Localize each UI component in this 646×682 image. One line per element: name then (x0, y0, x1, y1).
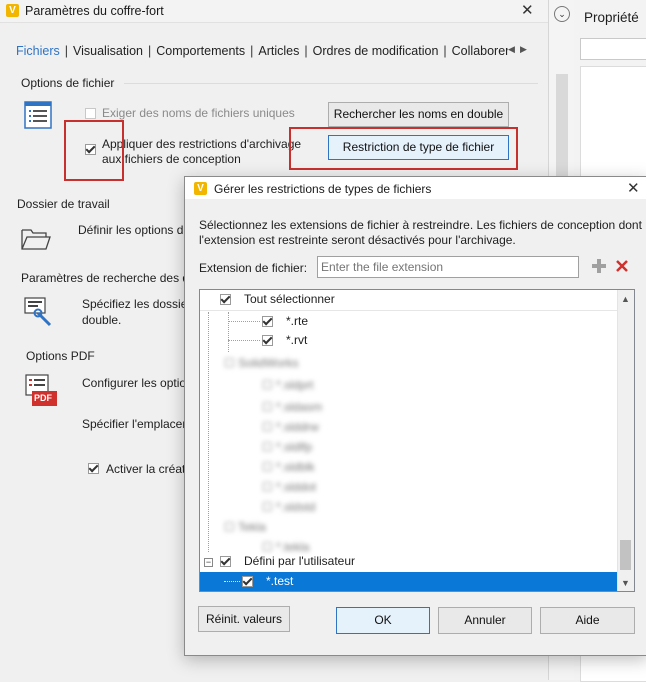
tab-collaborate[interactable]: Collaborer (452, 44, 510, 58)
tab-scroll-arrows[interactable]: ◀ ▶ (508, 44, 534, 58)
tree-guide (228, 321, 260, 322)
properties-title: Propriété (584, 10, 639, 25)
collapse-icon[interactable]: − (204, 558, 213, 567)
vault-tabs: Fichiers | Visualisation | Comportements | Art… (16, 44, 510, 58)
highlight-checkbox-box (64, 120, 124, 181)
pdf-configure-text: Configurer les optio (82, 376, 187, 390)
pdf-options-header: Options PDF (26, 349, 95, 363)
chevron-left-icon[interactable]: ◀ (508, 44, 515, 54)
tree-scrollbar[interactable]: ▲ ▼ (617, 290, 634, 591)
reset-button[interactable]: Réinit. valeurs (198, 606, 290, 632)
list-item: ☐ *.sldstd (262, 500, 316, 514)
restrict-checkin-label-line1: Appliquer des restrictions d'archivage (102, 137, 302, 151)
add-icon[interactable] (591, 258, 607, 274)
file-options-header: Options de fichier (21, 76, 115, 90)
working-folder-text: Définir les options d (78, 223, 184, 237)
dialog-titlebar: V Gérer les restrictions de types de fic… (185, 177, 646, 199)
dialog-app-icon: V (194, 182, 207, 195)
list-item: ☐ Tekla (224, 520, 266, 534)
vault-window-title: Paramètres du coffre-fort (25, 4, 164, 18)
divider (124, 83, 538, 84)
dialog-description-line2: l'extension est restreinte seront désact… (199, 233, 516, 247)
tab-items[interactable]: Articles (258, 44, 299, 58)
pdf-icon-label: PDF (34, 393, 52, 403)
search-settings-text-line1: Spécifiez les dossier (82, 297, 192, 311)
selected-tree-row[interactable] (200, 572, 619, 591)
pdf-specify-text: Spécifier l'emplacer (82, 417, 187, 431)
list-item: ☐ *.sldprt (262, 378, 314, 392)
pdf-activate-text: Activer la créat (106, 462, 186, 476)
list-item: ☐ *.sldasm (262, 400, 323, 414)
dialog-description-line1: Sélectionnez les extensions de fichier à… (199, 218, 642, 232)
extension-input[interactable] (317, 256, 579, 278)
ok-button[interactable]: OK (336, 607, 430, 634)
folder-icon (20, 226, 52, 252)
select-all-checkbox[interactable] (220, 294, 231, 305)
working-folder-header: Dossier de travail (17, 197, 110, 211)
dialog-close-icon[interactable]: ✕ (627, 179, 640, 197)
list-item: ☐ *.slddrw (262, 420, 319, 434)
user-defined-checkbox[interactable] (220, 556, 231, 567)
scroll-down-icon[interactable]: ▼ (621, 578, 630, 588)
cancel-button[interactable]: Annuler (438, 607, 532, 634)
ext-rte-label: *.rte (286, 314, 309, 328)
help-button[interactable]: Aide (540, 607, 635, 634)
vault-app-icon: V (6, 4, 19, 17)
list-item: ☐ SolidWorks (224, 356, 299, 370)
ext-rvt-checkbox[interactable] (262, 335, 273, 346)
unique-names-checkbox[interactable] (85, 108, 96, 119)
tree-guide (224, 581, 240, 582)
pdf-activate-checkbox[interactable] (88, 463, 99, 474)
tree-guide (208, 312, 209, 552)
tab-behaviors[interactable]: Comportements (156, 44, 245, 58)
vault-titlebar: V Paramètres du coffre-fort ✕ (0, 0, 548, 23)
chevron-right-icon[interactable]: ▶ (520, 44, 527, 54)
ext-rte-checkbox[interactable] (262, 316, 273, 327)
highlight-button-box (289, 127, 518, 170)
pdf-icon: PDF (24, 374, 58, 408)
extension-label: Extension de fichier: (199, 261, 308, 275)
ext-test-checkbox[interactable] (242, 576, 253, 587)
tree-guide (228, 340, 260, 341)
ext-rvt-label: *.rvt (286, 333, 308, 347)
delete-icon[interactable] (614, 258, 630, 274)
tab-visualization[interactable]: Visualisation (73, 44, 143, 58)
search-settings-text-line2: double. (82, 313, 122, 327)
file-list-icon (24, 101, 52, 129)
tab-files[interactable]: Fichiers (16, 44, 60, 58)
scrollbar-thumb[interactable] (620, 540, 631, 570)
unique-names-label: Exiger des noms de fichiers uniques (102, 106, 295, 120)
list-item: ☐ *.slddot (262, 480, 317, 494)
search-settings-icon (24, 297, 54, 327)
user-defined-label: Défini par l'utilisateur (244, 554, 356, 568)
dialog-title: Gérer les restrictions de types de fichi… (214, 182, 432, 196)
search-settings-header: Paramètres de recherche des d (21, 271, 190, 285)
find-duplicates-button[interactable]: Rechercher les noms en double (328, 102, 509, 127)
properties-search-input[interactable] (580, 38, 646, 60)
select-all-label: Tout sélectionner (244, 292, 335, 306)
close-icon[interactable]: ✕ (521, 1, 534, 19)
scroll-up-icon[interactable]: ▲ (621, 294, 630, 304)
chevron-down-icon[interactable]: ⌄ (554, 6, 570, 22)
extension-tree: Tout sélectionner *.rte *.rvt ☐ SolidWor… (199, 289, 635, 592)
tree-guide (228, 312, 229, 352)
list-item: ☐ *.sldblk (262, 460, 315, 474)
ext-test-label: *.test (266, 574, 294, 588)
tab-change-orders[interactable]: Ordres de modification (313, 44, 439, 58)
list-item: ☐ *.sldlfp (262, 440, 313, 454)
